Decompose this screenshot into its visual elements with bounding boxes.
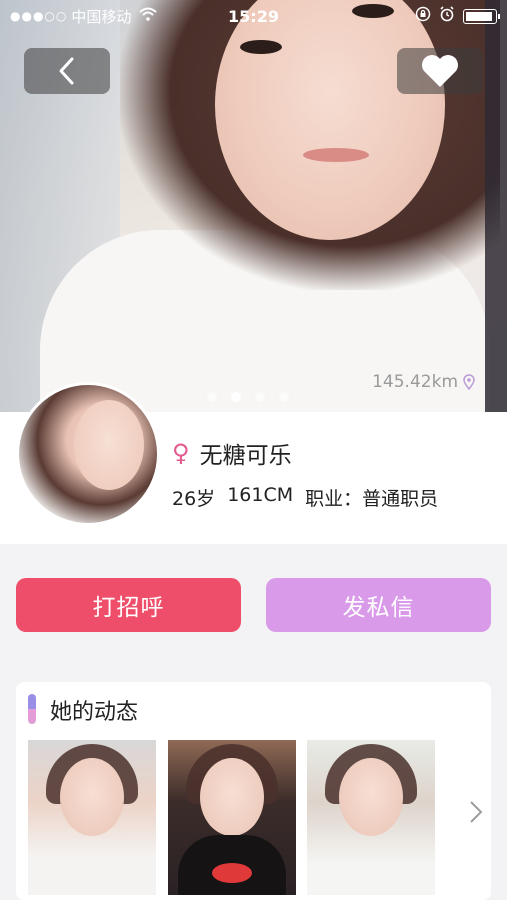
carousel-dot: [207, 392, 217, 402]
avatar-face: [74, 400, 144, 490]
private-message-button[interactable]: 发私信: [266, 578, 491, 632]
next-photo-edge: [485, 0, 507, 412]
carousel-indicator: [207, 392, 289, 402]
signal-icon: ●●●○○: [10, 9, 68, 23]
alarm-icon: [439, 6, 455, 26]
chevron-left-icon: [59, 57, 74, 85]
heart-icon: [422, 55, 458, 87]
carousel-dot: [279, 392, 289, 402]
moments-section: 她的动态: [16, 682, 491, 900]
favorite-button[interactable]: [397, 48, 483, 94]
user-name: 无糖可乐: [199, 443, 292, 469]
moment-thumbnail[interactable]: [307, 740, 435, 895]
location-pin-icon: [463, 374, 475, 390]
carousel-dot-active: [231, 392, 241, 402]
user-height: 161CM: [227, 484, 294, 506]
distance-label: 145.42km: [372, 372, 475, 392]
chevron-right-icon[interactable]: [469, 800, 483, 831]
user-info: 26岁 161CM 职业：普通职员: [172, 484, 438, 511]
photo-eye: [240, 40, 282, 54]
greet-button[interactable]: 打招呼: [16, 578, 241, 632]
moment-thumbnail[interactable]: [168, 740, 296, 895]
thumbnail-face: [200, 758, 264, 836]
back-button[interactable]: [24, 48, 110, 94]
carrier-label: 中国移动: [71, 7, 132, 26]
status-bar: ●●●○○ 中国移动 15:29: [0, 0, 507, 32]
carousel-dot: [255, 392, 265, 402]
avatar[interactable]: [16, 382, 160, 526]
thumbnail-face: [339, 758, 403, 836]
wifi-icon: [139, 7, 158, 25]
photo-lips: [303, 148, 369, 162]
female-icon: ♀: [172, 439, 190, 467]
battery-icon: [463, 8, 500, 24]
name-row: ♀ 无糖可乐: [172, 436, 292, 470]
user-job: 职业：普通职员: [305, 488, 439, 510]
lock-rotation-icon: [415, 6, 431, 26]
distance-value: 145.42km: [372, 372, 458, 392]
thumbnail-plush: [178, 835, 286, 895]
thumbnail-face: [60, 758, 124, 836]
user-age: 26岁: [172, 488, 216, 510]
section-accent-bar: [28, 694, 36, 724]
moment-thumbnail[interactable]: [28, 740, 156, 895]
moments-title: 她的动态: [50, 700, 139, 725]
